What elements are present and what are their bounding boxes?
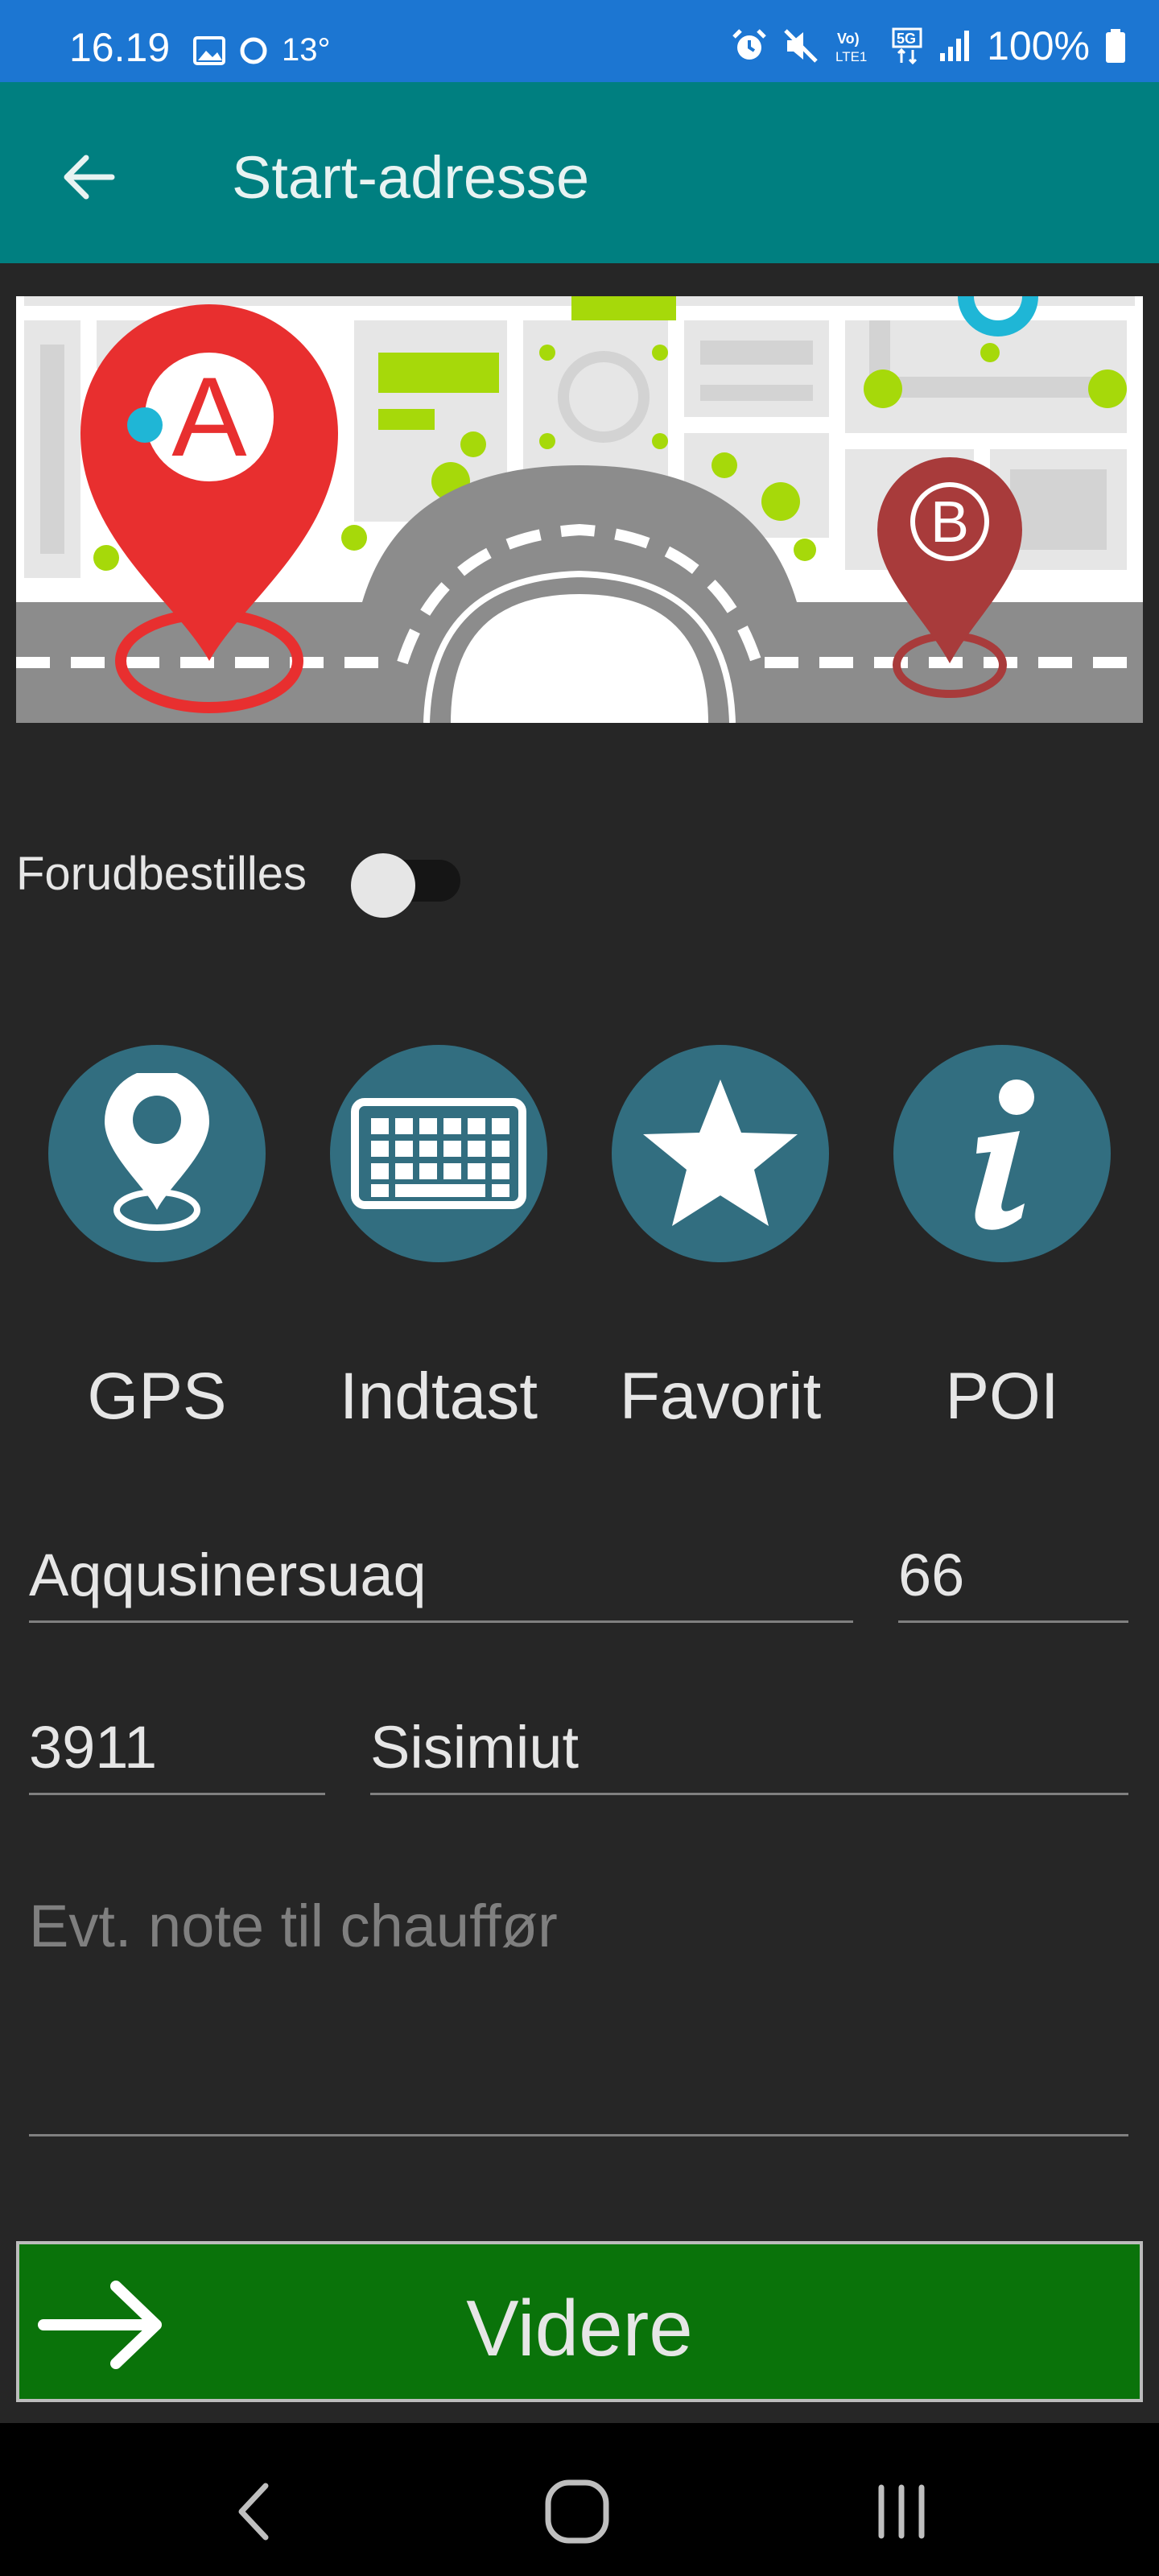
- arrow-left-icon: [64, 155, 115, 200]
- battery-percentage: 100%: [987, 23, 1090, 68]
- nav-back-button[interactable]: [214, 2471, 295, 2552]
- option-favorite[interactable]: Favorit: [612, 1045, 829, 1433]
- option-label-manual-entry: Indtast: [339, 1360, 538, 1433]
- status-temperature: 13°: [282, 32, 331, 68]
- option-label-gps: GPS: [87, 1360, 227, 1433]
- nav-home-button[interactable]: [537, 2471, 617, 2552]
- house-number-value: 66: [898, 1542, 965, 1608]
- option-label-poi: POI: [945, 1360, 1059, 1433]
- street-field[interactable]: Aqqusinersuaq: [29, 1530, 853, 1623]
- status-left-icons: 13°: [193, 32, 331, 68]
- page-title: Start-adresse: [232, 144, 590, 211]
- option-manual-entry[interactable]: Indtast: [330, 1045, 547, 1433]
- house-number-field[interactable]: 66: [898, 1530, 1128, 1623]
- location-pin-icon: [105, 1073, 209, 1231]
- volte-icon: Vo) LTE1: [835, 31, 867, 64]
- city-field[interactable]: Sisimiut: [370, 1702, 1128, 1795]
- mute-icon: [784, 29, 818, 63]
- manual-entry-button[interactable]: [330, 1045, 547, 1262]
- postcode-field[interactable]: 3911: [29, 1702, 325, 1795]
- home-icon: [545, 2479, 609, 2544]
- marker-a-label: A: [171, 353, 247, 480]
- route-banner-image: A B: [16, 296, 1143, 724]
- continue-label: Videre: [466, 2284, 693, 2372]
- driver-note-placeholder: Evt. note til chauffør: [29, 1893, 558, 1959]
- gps-button[interactable]: [48, 1045, 266, 1262]
- circle-icon: [240, 37, 267, 64]
- option-poi[interactable]: POI: [893, 1045, 1111, 1433]
- city-value: Sisimiut: [370, 1714, 580, 1781]
- continue-button[interactable]: Videre: [16, 2241, 1143, 2402]
- prebook-label: Forudbestilles: [16, 848, 307, 900]
- toggle-knob: [351, 853, 415, 918]
- recent-apps-icon: [878, 2484, 925, 2539]
- option-gps[interactable]: GPS: [48, 1045, 266, 1433]
- nav-recents-button[interactable]: [861, 2471, 942, 2552]
- driver-note-field[interactable]: Evt. note til chauffør: [29, 1860, 1128, 2136]
- signal-icon: [940, 31, 970, 61]
- 5g-icon: 5G: [892, 27, 922, 64]
- alarm-icon: [732, 29, 766, 60]
- info-icon: [975, 1080, 1034, 1230]
- status-time: 16.19: [69, 25, 171, 70]
- image-icon: [193, 35, 225, 65]
- keyboard-icon: [351, 1098, 526, 1209]
- system-nav-bar: [0, 2423, 1159, 2576]
- marker-b-label: B: [930, 490, 969, 555]
- chevron-left-icon: [238, 2483, 269, 2541]
- status-right-icons: Vo) LTE1 5G 100%: [731, 23, 1127, 69]
- option-label-favorite: Favorit: [619, 1360, 822, 1433]
- street-value: Aqqusinersuaq: [29, 1542, 427, 1608]
- app-bar: Start-adresse: [0, 82, 1159, 263]
- status-bar: 16.19 13° Vo) LTE1 5G 100%: [0, 0, 1159, 82]
- svg-text:5G: 5G: [897, 31, 916, 47]
- svg-text:Vo): Vo): [837, 31, 860, 47]
- back-button[interactable]: [50, 138, 127, 216]
- postcode-value: 3911: [29, 1714, 158, 1781]
- prebook-toggle[interactable]: [351, 853, 460, 918]
- poi-button[interactable]: [893, 1045, 1111, 1262]
- svg-text:LTE1: LTE1: [835, 49, 867, 64]
- star-icon: [643, 1080, 798, 1226]
- favorite-button[interactable]: [612, 1045, 829, 1262]
- battery-icon: [1106, 29, 1125, 63]
